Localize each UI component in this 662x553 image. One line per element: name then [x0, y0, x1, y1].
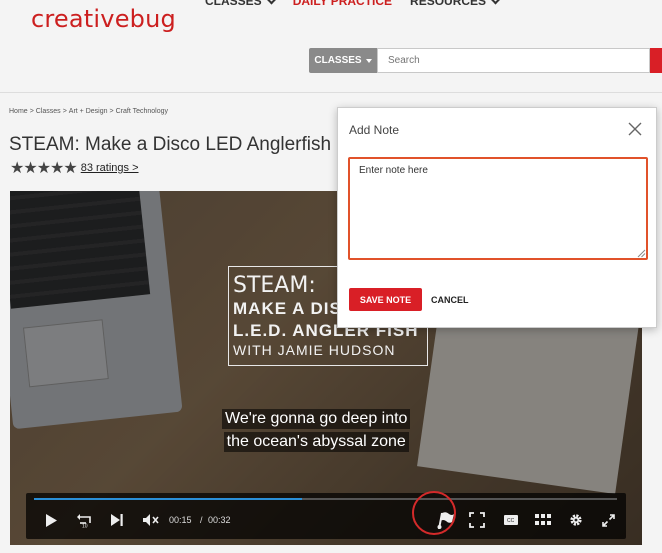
- current-time: 00:15: [169, 515, 192, 525]
- grid-icon: [535, 514, 551, 525]
- page-background: creativebug CLASSES DAILY PRACTICE RESOU…: [0, 0, 662, 553]
- gear-icon: [570, 514, 582, 526]
- breadcrumb-art-design[interactable]: Art + Design: [69, 108, 108, 115]
- close-icon: [628, 122, 642, 136]
- captions-button[interactable]: CC: [502, 511, 520, 529]
- closed-captions-icon: CC: [504, 515, 518, 525]
- creativebug-logo[interactable]: creativebug: [31, 5, 176, 33]
- video-title-line: WITH JAMIE HUDSON: [233, 342, 396, 358]
- breadcrumb-classes[interactable]: Classes: [36, 108, 61, 115]
- fullscreen-button[interactable]: [600, 511, 616, 529]
- top-navigation: CLASSES DAILY PRACTICE RESOURCES: [205, 0, 501, 8]
- play-icon: [46, 513, 57, 527]
- close-button[interactable]: [627, 121, 643, 137]
- add-note-modal: Add Note SAVE NOTE CANCEL: [337, 107, 657, 328]
- svg-text:10: 10: [82, 523, 88, 528]
- nav-classes[interactable]: CLASSES: [205, 0, 277, 8]
- chevron-down-icon: [490, 0, 501, 4]
- breadcrumb-separator: >: [29, 108, 34, 115]
- ratings-link[interactable]: 83 ratings >: [81, 162, 139, 174]
- next-button[interactable]: [110, 511, 124, 529]
- volume-muted-icon: [143, 514, 159, 526]
- nav-daily-practice[interactable]: DAILY PRACTICE: [293, 0, 392, 8]
- breadcrumb-craft-technology[interactable]: Craft Technology: [116, 108, 168, 115]
- video-captions: We're gonna go deep into the ocean's aby…: [222, 409, 411, 452]
- note-textarea[interactable]: [348, 157, 648, 260]
- search-button[interactable]: [650, 48, 662, 73]
- modal-title: Add Note: [349, 123, 400, 137]
- rewind-10-button[interactable]: 10: [76, 511, 94, 529]
- breadcrumb-home[interactable]: Home: [9, 108, 28, 115]
- breadcrumb-separator: >: [109, 108, 114, 115]
- nav-daily-practice-label: DAILY PRACTICE: [292, 0, 393, 8]
- save-note-button[interactable]: SAVE NOTE: [349, 288, 422, 311]
- video-control-bar: 10 00:15 / 00:32 CC: [26, 493, 626, 539]
- header-divider: [0, 92, 662, 93]
- progress-bar[interactable]: [34, 498, 617, 500]
- search-input[interactable]: [377, 48, 650, 73]
- svg-text:CC: CC: [507, 518, 515, 524]
- fullscreen-icon: [601, 513, 615, 527]
- chevron-down-icon: [266, 0, 277, 4]
- nav-classes-label: CLASSES: [205, 0, 262, 8]
- settings-button[interactable]: [568, 511, 584, 529]
- expand-corners-icon: [469, 512, 485, 528]
- breadcrumb: Home > Classes > Art + Design > Craft Te…: [9, 108, 168, 115]
- skip-next-icon: [111, 514, 123, 526]
- search-category-dropdown[interactable]: CLASSES: [309, 48, 377, 73]
- nav-resources[interactable]: RESOURCES: [410, 0, 501, 8]
- highlight-circle: [412, 491, 456, 535]
- cancel-button[interactable]: CANCEL: [431, 288, 469, 311]
- caption-line: the ocean's abyssal zone: [223, 432, 409, 452]
- caption-line: We're gonna go deep into: [222, 409, 411, 429]
- rewind-10-icon: 10: [77, 513, 91, 528]
- play-button[interactable]: [44, 511, 58, 529]
- breadcrumb-separator: >: [62, 108, 67, 115]
- ratings-row: ★★★★★ 83 ratings >: [10, 158, 139, 178]
- page-title: STEAM: Make a Disco LED Anglerfish: [9, 134, 332, 155]
- nav-resources-label: RESOURCES: [410, 0, 487, 8]
- search-category-label: CLASSES: [314, 55, 362, 66]
- search-bar: CLASSES: [309, 48, 662, 73]
- caret-down-icon: [365, 58, 372, 63]
- chapters-button[interactable]: [534, 511, 552, 529]
- star-rating: ★★★★★: [10, 160, 78, 177]
- time-separator: /: [200, 515, 203, 525]
- progress-fill: [34, 498, 303, 500]
- duration: 00:32: [208, 515, 231, 525]
- resize-grip-icon[interactable]: [637, 249, 646, 258]
- mute-button[interactable]: [142, 511, 160, 529]
- theater-mode-button[interactable]: [468, 511, 486, 529]
